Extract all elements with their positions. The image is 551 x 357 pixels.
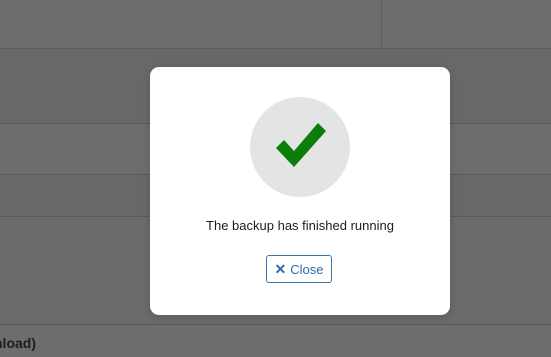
background-table-row [0,0,551,49]
background-footer-row [0,325,551,357]
page-stage: nload) The backup has finished running ✕… [0,0,551,357]
background-footer-text: nload) [0,335,36,351]
success-badge [250,97,350,197]
background-column-divider [381,0,382,48]
checkmark-icon [276,123,326,167]
close-button[interactable]: ✕ Close [266,255,332,283]
close-icon: ✕ [274,261,287,277]
dialog-message: The backup has finished running [206,218,394,233]
close-button-label: Close [290,261,324,277]
backup-complete-dialog: The backup has finished running ✕ Close [150,67,450,315]
